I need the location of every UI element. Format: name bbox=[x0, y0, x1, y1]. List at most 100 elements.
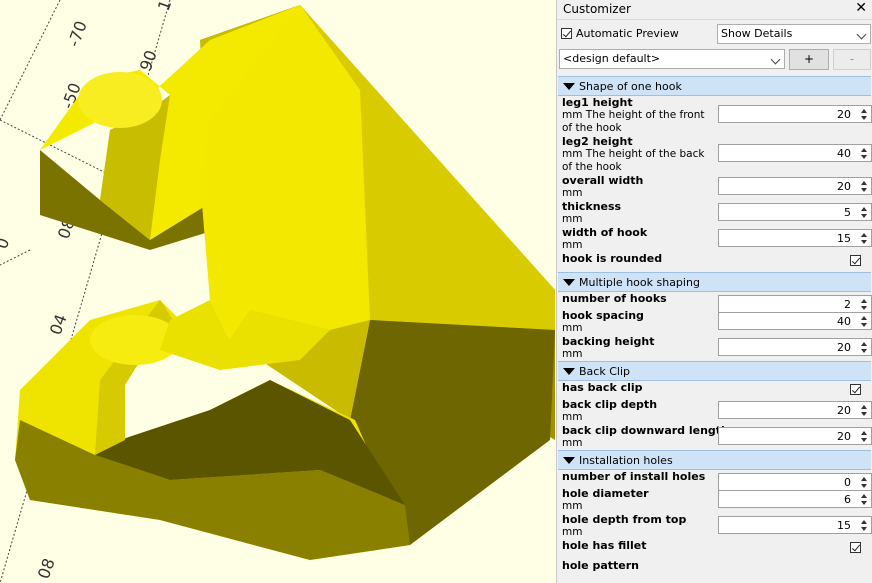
parameter-row: hole depth from top mm 15 bbox=[558, 513, 872, 539]
parameter-spinbox[interactable]: 40 bbox=[718, 312, 872, 330]
spin-up-icon[interactable] bbox=[861, 520, 867, 524]
details-select-value: Show Details bbox=[721, 27, 793, 40]
spin-up-icon[interactable] bbox=[861, 207, 867, 211]
spin-down-icon[interactable] bbox=[861, 438, 867, 442]
section-title: Back Clip bbox=[579, 365, 630, 378]
section-header[interactable]: Multiple hook shaping bbox=[558, 272, 871, 292]
spin-down-icon[interactable] bbox=[861, 323, 867, 327]
parameter-spinbox[interactable]: 20 bbox=[718, 401, 872, 419]
parameter-spinbox[interactable]: 20 bbox=[718, 427, 872, 445]
parameter-name: hole has fillet bbox=[562, 539, 647, 552]
spin-up-icon[interactable] bbox=[861, 233, 867, 237]
parameter-row: backing height mm 20 bbox=[558, 335, 872, 361]
spin-down-icon[interactable] bbox=[861, 214, 867, 218]
parameter-spinbox[interactable]: 15 bbox=[718, 229, 872, 247]
spin-down-icon[interactable] bbox=[861, 501, 867, 505]
spinbox-value: 40 bbox=[837, 147, 851, 160]
spin-up-icon[interactable] bbox=[861, 109, 867, 113]
collapse-triangle-icon bbox=[563, 368, 575, 375]
section-header[interactable]: Back Clip bbox=[558, 361, 871, 381]
auto-preview-label: Automatic Preview bbox=[576, 27, 679, 40]
spin-down-icon[interactable] bbox=[861, 116, 867, 120]
parameter-name: hole pattern bbox=[562, 559, 639, 572]
parameter-row: back clip depth mm 20 bbox=[558, 398, 872, 424]
parameter-description: mm bbox=[562, 322, 583, 334]
spin-down-icon[interactable] bbox=[861, 155, 867, 159]
spin-up-icon[interactable] bbox=[861, 477, 867, 481]
spin-down-icon[interactable] bbox=[861, 188, 867, 192]
close-icon[interactable]: ✕ bbox=[855, 0, 867, 16]
parameter-row: hole has fillet bbox=[558, 539, 871, 559]
parameter-row: number of install holes 0 bbox=[558, 470, 872, 491]
chevron-down-icon bbox=[770, 54, 781, 65]
axis-label: 90 bbox=[136, 48, 161, 74]
preview-row: Automatic Preview Show Details bbox=[557, 23, 872, 45]
section-header[interactable]: Installation holes bbox=[558, 450, 871, 470]
parameter-row: number of hooks 2 bbox=[558, 292, 872, 313]
parameter-spinbox[interactable]: 15 bbox=[718, 516, 872, 534]
3d-viewport[interactable]: -70 -50 90 100 0 08 04 08 bbox=[0, 0, 556, 583]
parameter-description: mm bbox=[562, 500, 583, 512]
axis-label: -70 bbox=[64, 18, 91, 49]
parameter-description: mm bbox=[562, 187, 583, 199]
spin-up-icon[interactable] bbox=[861, 299, 867, 303]
spinbox-value: 40 bbox=[837, 315, 851, 328]
spin-up-icon[interactable] bbox=[861, 316, 867, 320]
spinbox-value: 20 bbox=[837, 180, 851, 193]
parameter-checkbox[interactable] bbox=[850, 255, 861, 266]
axis-label: 08 bbox=[34, 556, 59, 582]
spin-up-icon[interactable] bbox=[861, 342, 867, 346]
parameter-name: hook is rounded bbox=[562, 252, 663, 265]
details-select[interactable]: Show Details bbox=[717, 24, 871, 44]
section-header[interactable]: Shape of one hook bbox=[558, 76, 871, 96]
customizer-panel: Customizer ✕ Automatic Preview Show Deta… bbox=[556, 0, 872, 583]
parameter-description: mm bbox=[562, 239, 583, 251]
parameter-spinbox[interactable]: 20 bbox=[718, 177, 872, 195]
spinbox-value: 20 bbox=[837, 404, 851, 417]
chevron-down-icon bbox=[856, 29, 867, 40]
spinbox-value: 5 bbox=[844, 206, 851, 219]
spin-down-icon[interactable] bbox=[861, 349, 867, 353]
parameter-spinbox[interactable]: 5 bbox=[718, 203, 872, 221]
parameter-checkbox[interactable] bbox=[850, 384, 861, 395]
preset-select-value: <design default> bbox=[563, 52, 661, 65]
spin-up-icon[interactable] bbox=[861, 181, 867, 185]
parameter-row: hole pattern bbox=[558, 559, 871, 573]
parameter-row: overall width mm 20 bbox=[558, 174, 872, 200]
spin-up-icon[interactable] bbox=[861, 148, 867, 152]
add-preset-button[interactable]: + bbox=[789, 49, 829, 70]
axis-label: 100 bbox=[154, 0, 182, 13]
spin-up-icon[interactable] bbox=[861, 405, 867, 409]
spinbox-value: 20 bbox=[837, 108, 851, 121]
spin-down-icon[interactable] bbox=[861, 412, 867, 416]
axis-label: 0 bbox=[0, 235, 13, 251]
parameter-spinbox[interactable]: 20 bbox=[718, 105, 872, 123]
spin-down-icon[interactable] bbox=[861, 240, 867, 244]
preset-select[interactable]: <design default> bbox=[559, 49, 785, 69]
parameter-row: thickness mm 5 bbox=[558, 200, 872, 226]
parameter-row: back clip downward length mm 20 bbox=[558, 424, 872, 450]
parameter-spinbox[interactable]: 20 bbox=[718, 338, 872, 356]
parameter-description: mm bbox=[562, 348, 583, 360]
parameter-row: hole diameter mm 6 bbox=[558, 487, 872, 513]
parameter-row: has back clip bbox=[558, 381, 871, 398]
parameter-row: leg1 height mm The height of the front of… bbox=[558, 96, 872, 135]
collapse-triangle-icon bbox=[563, 279, 575, 286]
section-title: Multiple hook shaping bbox=[579, 276, 700, 289]
parameter-spinbox[interactable]: 6 bbox=[718, 490, 872, 508]
spin-up-icon[interactable] bbox=[861, 494, 867, 498]
spinbox-value: 15 bbox=[837, 519, 851, 532]
spin-up-icon[interactable] bbox=[861, 431, 867, 435]
section-title: Shape of one hook bbox=[579, 80, 682, 93]
remove-preset-button[interactable]: - bbox=[833, 49, 871, 70]
auto-preview-checkbox[interactable] bbox=[561, 28, 572, 39]
parameter-description: mm bbox=[562, 213, 583, 225]
parameter-row: hook is rounded bbox=[558, 252, 871, 272]
parameter-spinbox[interactable]: 40 bbox=[718, 144, 872, 162]
collapse-triangle-icon bbox=[563, 457, 575, 464]
parameter-checkbox[interactable] bbox=[850, 542, 861, 553]
spin-down-icon[interactable] bbox=[861, 527, 867, 531]
parameter-row: hook spacing mm 40 bbox=[558, 309, 872, 335]
spinbox-value: 20 bbox=[837, 430, 851, 443]
parameter-name: has back clip bbox=[562, 381, 643, 394]
